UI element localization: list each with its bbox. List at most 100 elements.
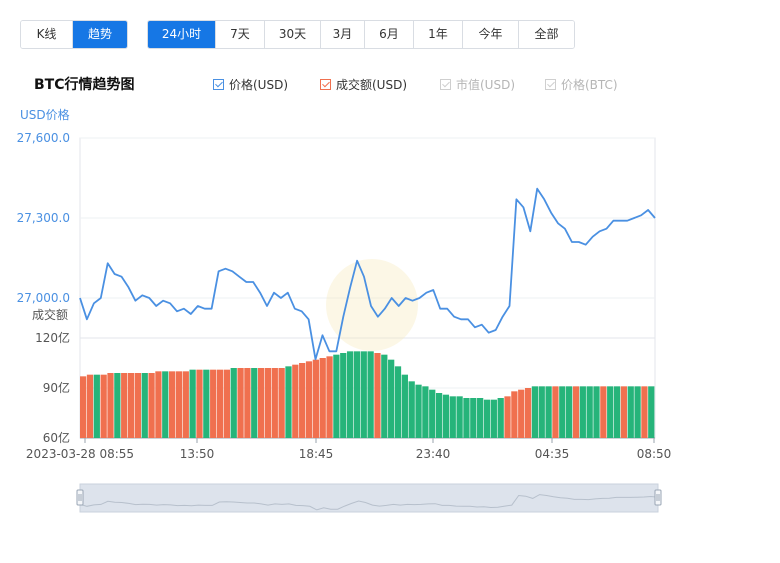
- volume-tick-label: 60亿: [43, 430, 70, 445]
- volume-bar: [613, 386, 621, 438]
- volume-bar: [538, 386, 545, 438]
- volume-bar: [216, 369, 224, 438]
- x-tick-label: 2023-03-28 08:55: [26, 447, 134, 461]
- volume-bar: [127, 373, 135, 438]
- x-tick-label: 23:40: [416, 447, 451, 461]
- volume-bar: [545, 386, 552, 438]
- volume-tick-label: 120亿: [35, 330, 70, 345]
- price-tick-label: 27,300.0: [17, 211, 70, 225]
- volume-bar: [641, 386, 648, 438]
- volume-bar: [600, 386, 607, 438]
- volume-bar: [305, 361, 313, 438]
- volume-bar: [422, 386, 429, 438]
- volume-bar: [346, 351, 354, 438]
- volume-bar: [182, 371, 189, 438]
- volume-bar: [579, 386, 586, 438]
- volume-bar: [121, 373, 128, 438]
- volume-bar: [326, 356, 333, 438]
- volume-bar: [388, 359, 395, 438]
- volume-bar: [566, 386, 573, 438]
- volume-bar: [367, 351, 374, 438]
- volume-bar: [381, 354, 388, 438]
- volume-bar: [572, 386, 580, 438]
- volume-bar: [415, 384, 422, 438]
- volume-bar: [93, 374, 100, 438]
- price-tick-label: 27,600.0: [17, 131, 70, 145]
- volume-bar: [340, 353, 347, 438]
- volume-tick-label: 90亿: [43, 380, 70, 395]
- volume-bar: [442, 394, 450, 438]
- navigator-right-handle[interactable]: [654, 489, 662, 506]
- volume-bar: [607, 386, 614, 438]
- volume-bar: [353, 351, 361, 438]
- volume-bar: [429, 389, 436, 438]
- volume-bar: [518, 389, 525, 438]
- volume-bar: [107, 373, 114, 438]
- navigator-track: [79, 483, 659, 513]
- volume-bar: [401, 374, 408, 438]
- volume-bar: [292, 364, 299, 438]
- navigator-left-handle[interactable]: [76, 489, 84, 506]
- volume-bar: [271, 368, 278, 438]
- volume-bar: [264, 368, 272, 438]
- volume-bar: [285, 366, 292, 438]
- volume-bar: [463, 398, 470, 438]
- volume-bar: [319, 358, 326, 438]
- volume-bar: [203, 369, 210, 438]
- volume-bar: [223, 369, 230, 438]
- volume-bar: [552, 386, 559, 438]
- volume-bar: [634, 386, 641, 438]
- volume-bar: [251, 368, 258, 438]
- volume-bar: [408, 381, 415, 438]
- volume-bar: [155, 371, 162, 438]
- volume-bar: [449, 396, 456, 438]
- volume-bar: [230, 368, 237, 438]
- volume-bar: [299, 363, 306, 438]
- volume-bars: [80, 351, 655, 438]
- volume-bar: [148, 373, 155, 438]
- navigator: [76, 483, 662, 513]
- volume-bar: [394, 366, 402, 438]
- volume-bar: [333, 354, 340, 438]
- volume-bar: [86, 374, 94, 438]
- volume-bar: [374, 353, 381, 438]
- volume-bar: [360, 351, 367, 438]
- volume-bar: [511, 391, 518, 438]
- volume-bar: [524, 388, 532, 438]
- volume-bar: [627, 386, 634, 438]
- volume-bar: [531, 386, 539, 438]
- volume-bar: [470, 398, 477, 438]
- volume-bar: [456, 396, 463, 438]
- volume-bar: [80, 376, 87, 438]
- volume-bar: [175, 371, 183, 438]
- volume-bar: [648, 386, 655, 438]
- volume-bar: [559, 386, 566, 438]
- volume-bar: [141, 373, 148, 438]
- volume-bar: [490, 399, 497, 438]
- volume-bar: [435, 393, 443, 438]
- chart-canvas[interactable]: 27,600.0 27,300.0 27,000.0 120亿 90亿 60亿 2023-0…: [0, 0, 780, 563]
- volume-bar: [244, 368, 251, 438]
- volume-bar: [237, 368, 244, 438]
- volume-bar: [504, 396, 511, 438]
- volume-bar: [477, 398, 484, 438]
- volume-bar: [162, 371, 169, 438]
- x-tick-label: 04:35: [535, 447, 570, 461]
- volume-bar: [100, 374, 107, 438]
- volume-bar: [134, 373, 142, 438]
- volume-bar: [196, 369, 203, 438]
- x-tick-label: 08:50: [637, 447, 672, 461]
- volume-bar: [257, 368, 265, 438]
- volume-bar: [114, 373, 121, 438]
- volume-bar: [620, 386, 628, 438]
- price-tick-label: 27,000.0: [17, 291, 70, 305]
- x-tick-label: 18:45: [299, 447, 334, 461]
- volume-bar: [278, 368, 285, 438]
- x-tick-label: 13:50: [180, 447, 215, 461]
- volume-bar: [168, 371, 176, 438]
- volume-bar: [189, 369, 196, 438]
- volume-bar: [593, 386, 600, 438]
- volume-bar: [497, 398, 504, 438]
- volume-bar: [210, 369, 217, 438]
- volume-bar: [483, 399, 491, 438]
